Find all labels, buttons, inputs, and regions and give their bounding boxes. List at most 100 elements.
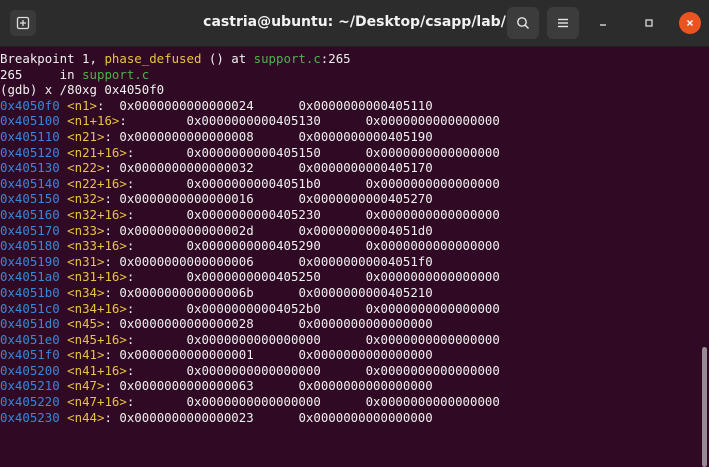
memory-address: 0x4051c0 (0, 300, 60, 316)
source-file: support.c (82, 66, 150, 82)
memory-address: 0x4051a0 (0, 269, 60, 285)
separator: : (104, 347, 120, 363)
minimize-icon (600, 24, 606, 26)
symbol-label: <n22> (67, 160, 105, 176)
scrollbar-thumb[interactable] (702, 347, 707, 467)
symbol-label: <n31> (67, 253, 105, 269)
memory-value: 0x0000000000000063 (119, 378, 254, 394)
memory-row: 0x4051f0 <n41>: 0x0000000000000001 0x000… (0, 347, 709, 363)
memory-value: 0x0000000000000023 (119, 409, 254, 425)
hamburger-menu-icon (558, 18, 568, 28)
memory-address: 0x4051e0 (0, 331, 60, 347)
terminal-output[interactable]: Breakpoint 1, phase_defused () at suppor… (0, 47, 709, 467)
memory-value: 0x00000000004051b0 (186, 175, 321, 191)
memory-row: 0x4050f0 <n1>: 0x0000000000000024 0x0000… (0, 98, 709, 114)
memory-value: 0x0000000000000006 (119, 253, 254, 269)
memory-row: 0x405200 <n41+16>: 0x0000000000000000 0x… (0, 363, 709, 379)
memory-value: 0x00000000004051d0 (298, 222, 433, 238)
memory-value: 0x0000000000405230 (186, 206, 321, 222)
function-name: phase_defused (104, 51, 202, 66)
symbol-label: <n1+16> (67, 113, 120, 129)
separator: : (126, 394, 187, 410)
memory-address: 0x4050f0 (0, 97, 60, 113)
memory-row: 0x4051e0 <n45+16>: 0x0000000000000000 0x… (0, 332, 709, 348)
separator: : (126, 238, 187, 254)
memory-value: 0x0000000000405290 (186, 238, 321, 254)
memory-row: 0x4051c0 <n34+16>: 0x00000000004052b0 0x… (0, 301, 709, 317)
separator: : (126, 269, 187, 285)
memory-address: 0x405140 (0, 175, 60, 191)
memory-row: 0x4051b0 <n34>: 0x000000000000006b 0x000… (0, 285, 709, 301)
memory-value: 0x00000000004051f0 (298, 253, 433, 269)
memory-address: 0x405230 (0, 409, 60, 425)
memory-value: 0x0000000000000000 (365, 269, 500, 285)
terminal-header-line: (gdb) x /80xg 0x4050f0 (0, 82, 709, 98)
memory-row: 0x405100 <n1+16>: 0x0000000000405130 0x0… (0, 113, 709, 129)
source-file: support.c (253, 51, 321, 66)
memory-row: 0x405110 <n21>: 0x0000000000000008 0x000… (0, 129, 709, 145)
terminal-header-line: Breakpoint 1, phase_defused () at suppor… (0, 51, 709, 67)
memory-value: 0x0000000000000000 (186, 394, 321, 410)
search-icon (517, 17, 530, 30)
symbol-label: <n41+16> (67, 362, 127, 378)
memory-row: 0x4051d0 <n45>: 0x0000000000000028 0x000… (0, 316, 709, 332)
memory-address: 0x405160 (0, 206, 60, 222)
maximize-button[interactable] (638, 12, 660, 34)
separator: : (104, 316, 120, 332)
memory-row: 0x405180 <n33+16>: 0x0000000000405290 0x… (0, 238, 709, 254)
line-text: 265 in (0, 66, 83, 82)
memory-address: 0x405200 (0, 362, 60, 378)
symbol-label: <n1> (67, 97, 97, 113)
memory-value: 0x0000000000000000 (365, 394, 500, 410)
memory-value: 0x0000000000000000 (365, 362, 500, 378)
close-button[interactable] (679, 12, 701, 34)
symbol-label: <n44> (67, 409, 105, 425)
memory-value: 0x0000000000000000 (365, 238, 500, 254)
memory-value: 0x0000000000000028 (119, 316, 254, 332)
memory-row: 0x405190 <n31>: 0x0000000000000006 0x000… (0, 254, 709, 270)
memory-value: 0x0000000000000000 (365, 175, 500, 191)
search-button[interactable] (507, 7, 539, 39)
memory-row: 0x405170 <n33>: 0x000000000000002d 0x000… (0, 223, 709, 239)
symbol-label: <n33> (67, 222, 105, 238)
memory-value: 0x0000000000000000 (365, 300, 500, 316)
symbol-label: <n33+16> (67, 238, 127, 254)
terminal-header-line: 265 in support.c (0, 67, 709, 83)
close-icon (687, 20, 693, 26)
memory-row: 0x405220 <n47+16>: 0x0000000000000000 0x… (0, 394, 709, 410)
separator: : (126, 206, 187, 222)
memory-value: 0x00000000004052b0 (186, 300, 321, 316)
title-bar: castria@ubuntu: ~/Desktop/csapp/lab/lab2 (0, 0, 709, 47)
symbol-label: <n21> (67, 128, 105, 144)
symbol-label: <n21+16> (67, 144, 127, 160)
memory-row: 0x405140 <n22+16>: 0x00000000004051b0 0x… (0, 176, 709, 192)
memory-row: 0x405210 <n47>: 0x0000000000000063 0x000… (0, 378, 709, 394)
separator: : (104, 222, 120, 238)
symbol-label: <n45+16> (67, 331, 127, 347)
memory-address: 0x4051f0 (0, 347, 60, 363)
menu-button[interactable] (547, 7, 579, 39)
symbol-label: <n31+16> (67, 269, 127, 285)
memory-address: 0x405130 (0, 160, 60, 176)
memory-value: 0x000000000000002d (119, 222, 254, 238)
symbol-label: <n41> (67, 347, 105, 363)
memory-address: 0x405210 (0, 378, 60, 394)
memory-address: 0x405170 (0, 222, 60, 238)
symbol-label: <n22+16> (67, 175, 127, 191)
memory-value: 0x0000000000000032 (119, 160, 254, 176)
scrollbar[interactable] (699, 47, 707, 467)
separator: : (126, 362, 187, 378)
minimize-button[interactable] (592, 12, 614, 34)
memory-value: 0x0000000000000008 (119, 128, 254, 144)
memory-row: 0x405150 <n32>: 0x0000000000000016 0x000… (0, 191, 709, 207)
memory-address: 0x4051d0 (0, 316, 60, 332)
memory-row: 0x405120 <n21+16>: 0x0000000000405150 0x… (0, 145, 709, 161)
memory-value: 0x0000000000405250 (186, 269, 321, 285)
memory-value: 0x0000000000000000 (365, 206, 500, 222)
